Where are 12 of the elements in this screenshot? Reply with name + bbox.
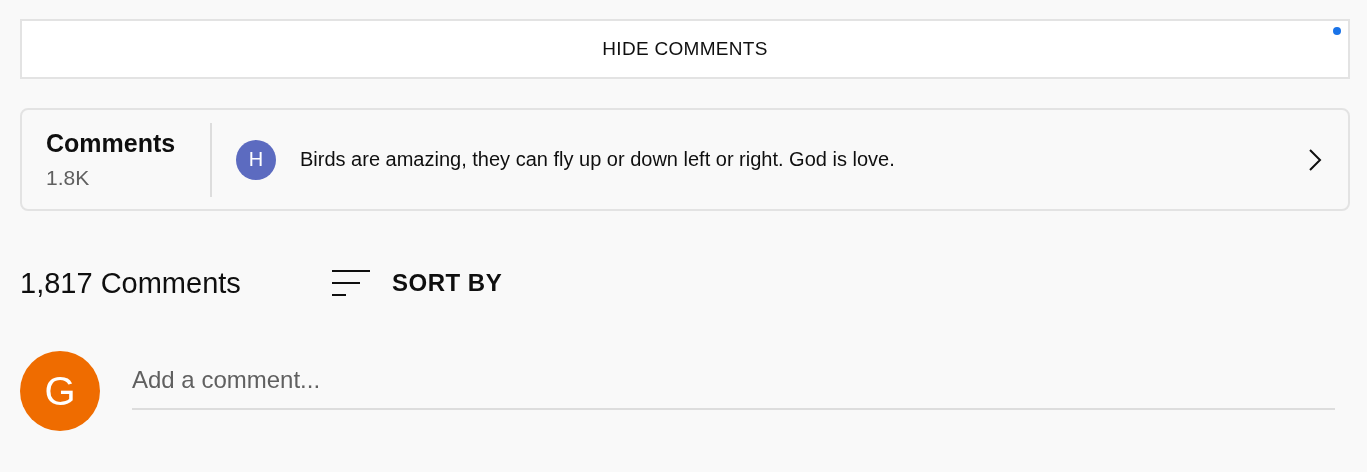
comment-preview: Birds are amazing, they can fly up or down left or right. God is love. [300, 148, 896, 171]
sort-icon [332, 270, 370, 296]
comment-input[interactable]: Add a comment... [132, 354, 1335, 410]
comments-card[interactable]: Comments 1.8K H Birds are amazing, they can fly up or down left or right. God is love. [20, 108, 1350, 211]
comment-count-heading: 1,817 Comments [20, 266, 242, 300]
chevron-right-icon [1308, 147, 1322, 172]
comments-count: 1.8K [46, 166, 91, 190]
comments-title: Comments [46, 129, 177, 158]
user-avatar: H [236, 139, 276, 180]
hide-comments-button[interactable]: HIDE COMMENTS [20, 19, 1350, 79]
sort-by-button[interactable]: SORT BY [332, 269, 503, 297]
user-avatar: G [20, 351, 100, 431]
